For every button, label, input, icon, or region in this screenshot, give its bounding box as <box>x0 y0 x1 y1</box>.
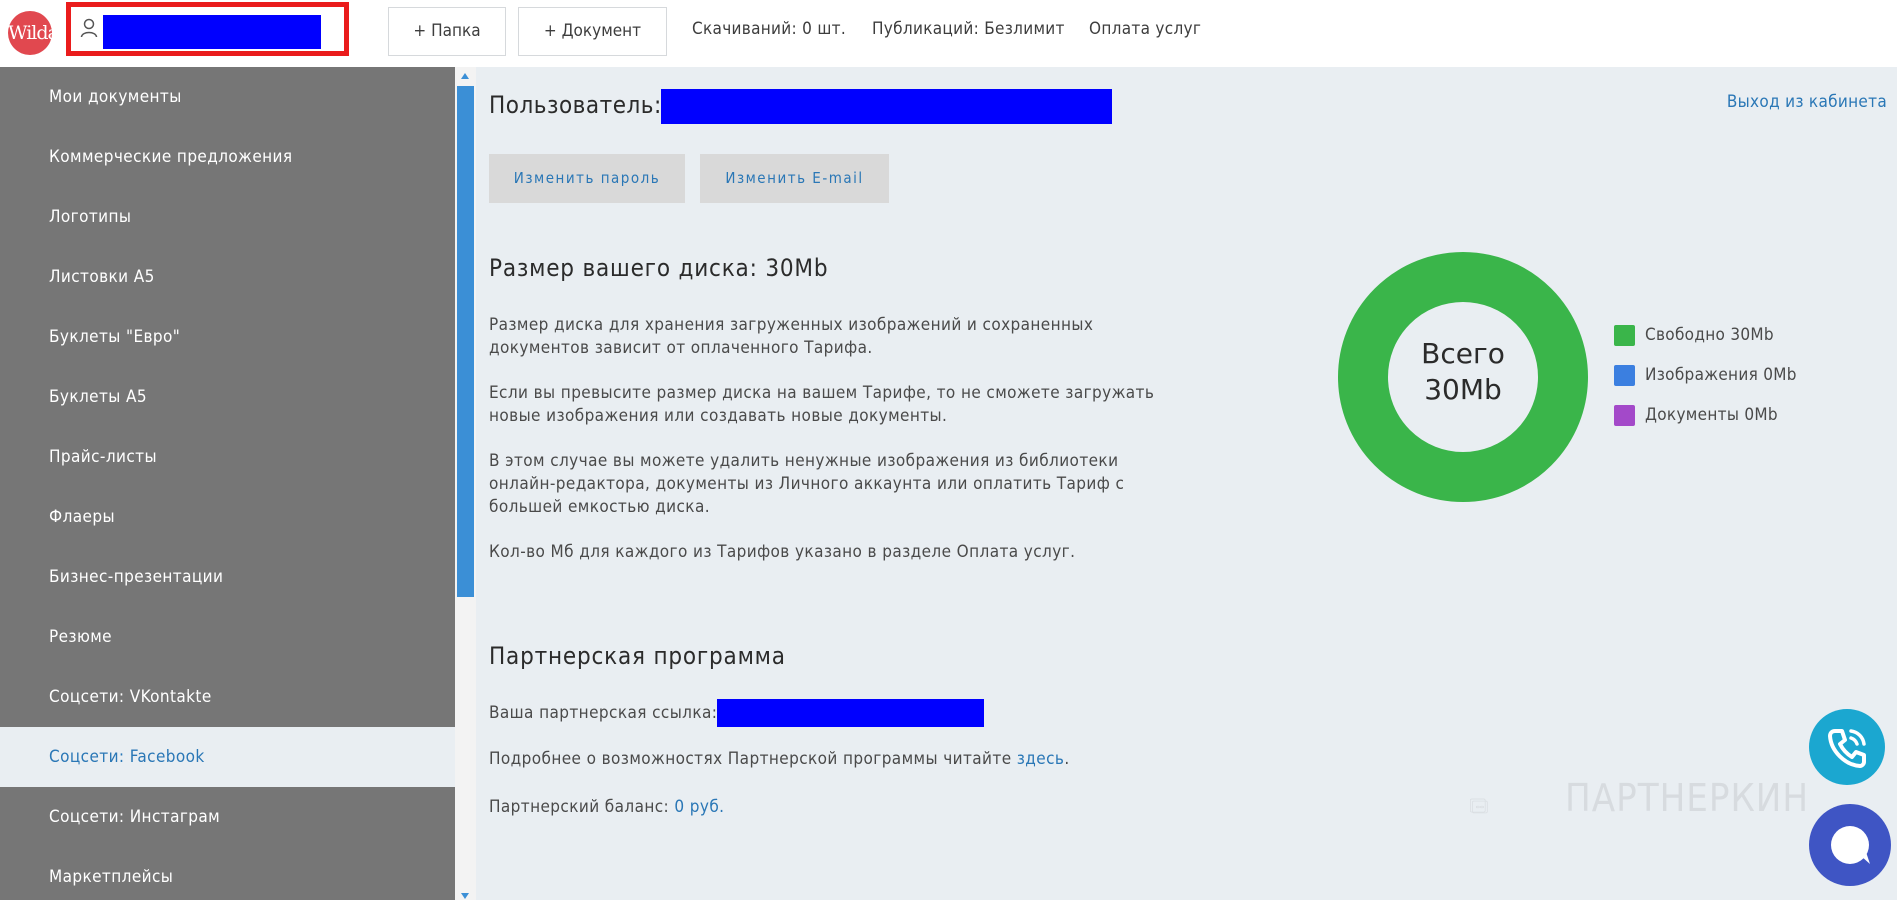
partner-balance-label: Партнерский баланс: <box>489 797 675 817</box>
partner-balance: Партнерский баланс: 0 руб. <box>489 797 724 817</box>
downloads-counter: Скачиваний: 0 шт. <box>692 19 846 39</box>
redacted-username <box>103 15 321 49</box>
user-title: Пользователь: <box>489 91 662 119</box>
disk-paragraph-4: Кол-во Мб для каждого из Тарифов указано… <box>489 542 1076 562</box>
donut-total-label: Всего <box>1421 337 1505 370</box>
legend-label-documents: Документы 0Mb <box>1645 405 1778 425</box>
sidebar-item-marketplaces[interactable]: Маркетплейсы <box>0 847 455 900</box>
sidebar-item-commercial-offers[interactable]: Коммерческие предложения <box>0 127 455 187</box>
phone-icon <box>1828 729 1866 768</box>
partner-more-prefix: Подробнее о возможностях Партнерской про… <box>489 749 1017 769</box>
scroll-up-arrow[interactable] <box>461 73 469 79</box>
disk-paragraph-3: В этом случае вы можете удалить ненужные… <box>489 451 1125 517</box>
scroll-down-arrow[interactable] <box>461 893 469 899</box>
add-folder-button[interactable]: + Папка <box>388 7 506 56</box>
scrollbar-thumb[interactable] <box>457 86 474 597</box>
legend-swatch-documents <box>1614 405 1635 426</box>
redacted-user-name <box>661 89 1112 124</box>
change-password-button[interactable]: Изменить пароль <box>489 154 685 203</box>
disk-paragraph-2: Если вы превысите размер диска на вашем … <box>489 383 1155 426</box>
sidebar-item-facebook[interactable]: Соцсети: Facebook <box>0 727 455 787</box>
legend-swatch-free <box>1614 325 1635 346</box>
user-account-box[interactable] <box>66 2 349 56</box>
publications-counter: Публикаций: Безлимит <box>872 19 1065 39</box>
logout-link[interactable]: Выход из кабинета <box>1727 92 1887 112</box>
partner-link-label: Ваша партнерская ссылка: <box>489 703 718 723</box>
sidebar: Мои документы Коммерческие предложения Л… <box>0 67 455 900</box>
partner-more-text: Подробнее о возможностях Партнерской про… <box>489 749 1070 769</box>
chat-bubble-icon <box>1831 826 1870 864</box>
chat-button[interactable] <box>1809 804 1891 886</box>
sidebar-item-flyers[interactable]: Флаеры <box>0 487 455 547</box>
sidebar-item-booklets-euro[interactable]: Буклеты "Евро" <box>0 307 455 367</box>
wilda-logo[interactable]: Wilda <box>8 11 59 55</box>
change-email-button[interactable]: Изменить E-mail <box>700 154 889 203</box>
disk-paragraph-1: Размер диска для хранения загруженных из… <box>489 315 1094 358</box>
sidebar-item-instagram[interactable]: Соцсети: Инстаграм <box>0 787 455 847</box>
sidebar-item-leaflets[interactable]: Листовки А5 <box>0 247 455 307</box>
top-bar: Wilda + Папка + Документ Скачиваний: 0 ш… <box>0 0 1897 67</box>
disk-size-title: Размер вашего диска: 30Mb <box>489 254 829 282</box>
partner-balance-value[interactable]: 0 руб. <box>674 797 724 817</box>
call-button[interactable] <box>1809 709 1885 785</box>
legend-swatch-images <box>1614 365 1635 386</box>
sidebar-item-vkontakte[interactable]: Соцсети: VKontakte <box>0 667 455 727</box>
legend-label-images: Изображения 0Mb <box>1645 365 1797 385</box>
partner-more-link[interactable]: здесь <box>1017 749 1065 769</box>
donut-total-value: 30Mb <box>1424 373 1502 406</box>
sidebar-item-price-lists[interactable]: Прайс-листы <box>0 427 455 487</box>
redacted-partner-link[interactable] <box>717 699 984 727</box>
watermark-text: ПАРТНЕРКИН <box>1565 776 1810 820</box>
sidebar-item-my-documents[interactable]: Мои документы <box>0 67 455 127</box>
legend-label-free: Свободно 30Mb <box>1645 325 1774 345</box>
sidebar-item-booklets-a5[interactable]: Буклеты А5 <box>0 367 455 427</box>
partner-program-title: Партнерская программа <box>489 642 786 670</box>
sidebar-item-resume[interactable]: Резюме <box>0 607 455 667</box>
user-icon <box>80 18 98 38</box>
partner-more-end: . <box>1064 749 1070 769</box>
add-document-button[interactable]: + Документ <box>518 7 667 56</box>
watermark-chat-icon <box>1470 798 1488 814</box>
sidebar-item-logos[interactable]: Логотипы <box>0 187 455 247</box>
payment-link[interactable]: Оплата услуг <box>1089 19 1201 39</box>
disk-usage-donut-chart: Всего 30Mb <box>1338 252 1588 502</box>
sidebar-item-presentations[interactable]: Бизнес-презентации <box>0 547 455 607</box>
